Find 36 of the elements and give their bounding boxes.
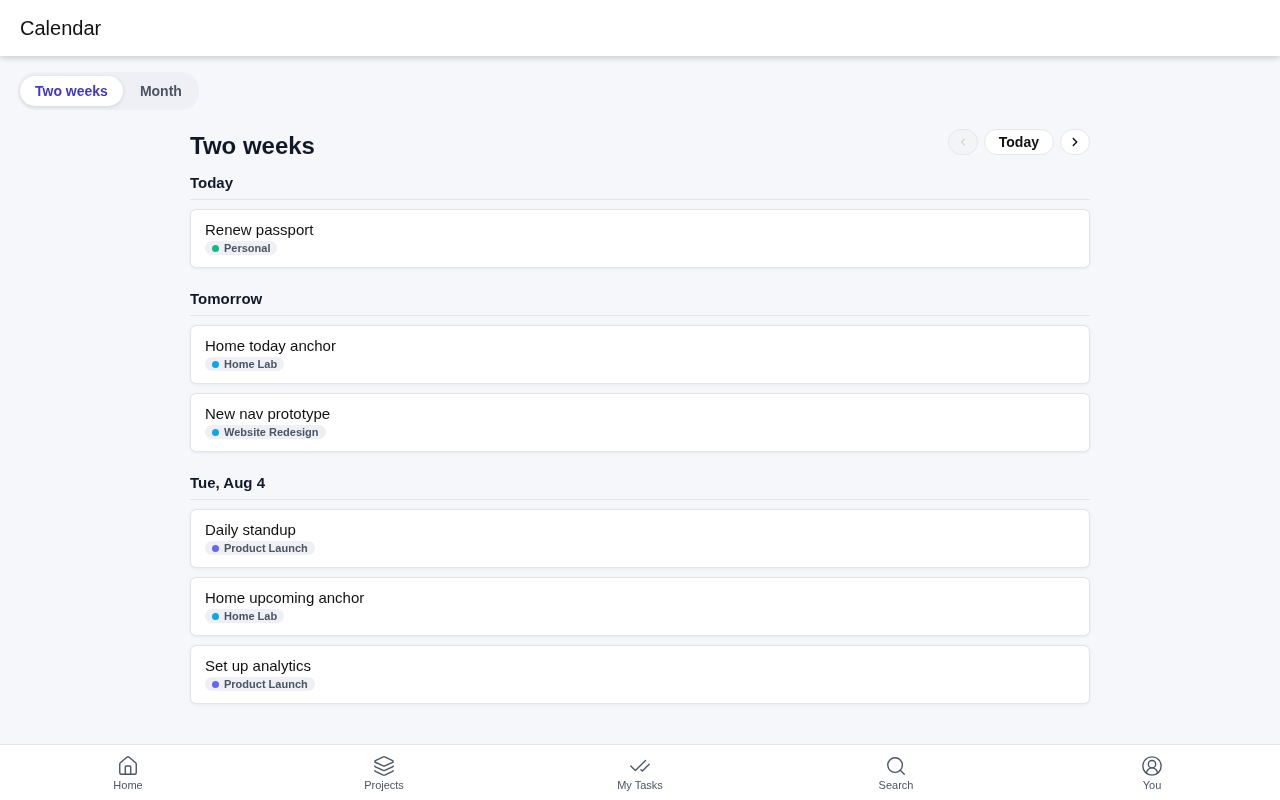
stack-icon — [373, 754, 395, 777]
search-icon — [885, 754, 907, 777]
task-title: Home upcoming anchor — [205, 589, 365, 606]
project-name: Product Launch — [224, 678, 308, 690]
task-title: Renew passport — [205, 221, 314, 238]
nav-tab[interactable]: Home — [0, 745, 256, 800]
user-icon — [1141, 754, 1163, 777]
nav-tab[interactable]: My Tasks — [512, 745, 768, 800]
nav-tab[interactable]: Projects — [256, 745, 512, 800]
home-icon — [117, 754, 139, 777]
day-heading: Today — [190, 174, 1090, 200]
task-card[interactable]: Set up analytics Product Launch — [190, 645, 1090, 704]
task-title: Set up analytics — [205, 657, 311, 674]
view-tab[interactable]: Month — [124, 76, 197, 106]
page-title: Two weeks — [190, 132, 315, 160]
nav-tab[interactable]: You — [1024, 745, 1280, 800]
task-title: New nav prototype — [205, 405, 331, 422]
task-card[interactable]: Home upcoming anchor Home Lab — [190, 577, 1090, 636]
task-title: Daily standup — [205, 521, 296, 538]
project-name: Home Lab — [224, 358, 278, 370]
day-heading: Tue, Aug 4 — [190, 474, 1090, 500]
project-name: Website Redesign — [224, 426, 319, 438]
project-name: Personal — [224, 242, 271, 254]
nav-tab[interactable]: Search — [768, 745, 1024, 800]
task-title: Home today anchor — [205, 337, 336, 354]
task-card[interactable]: Home today anchor Home Lab — [190, 325, 1090, 384]
day-heading: Tomorrow — [190, 290, 1090, 316]
project-name: Product Launch — [224, 542, 308, 554]
view-tab[interactable]: Two weeks — [20, 76, 123, 106]
task-card[interactable]: Daily standup Product Launch — [190, 509, 1090, 568]
app-title: Calendar — [20, 16, 102, 40]
project-name: Home Lab — [224, 610, 278, 622]
next-button[interactable] — [1060, 129, 1090, 155]
task-card[interactable]: New nav prototype Website Redesign — [190, 393, 1090, 452]
task-card[interactable]: Renew passport Personal — [190, 209, 1090, 268]
today-button[interactable]: Today — [983, 129, 1054, 155]
